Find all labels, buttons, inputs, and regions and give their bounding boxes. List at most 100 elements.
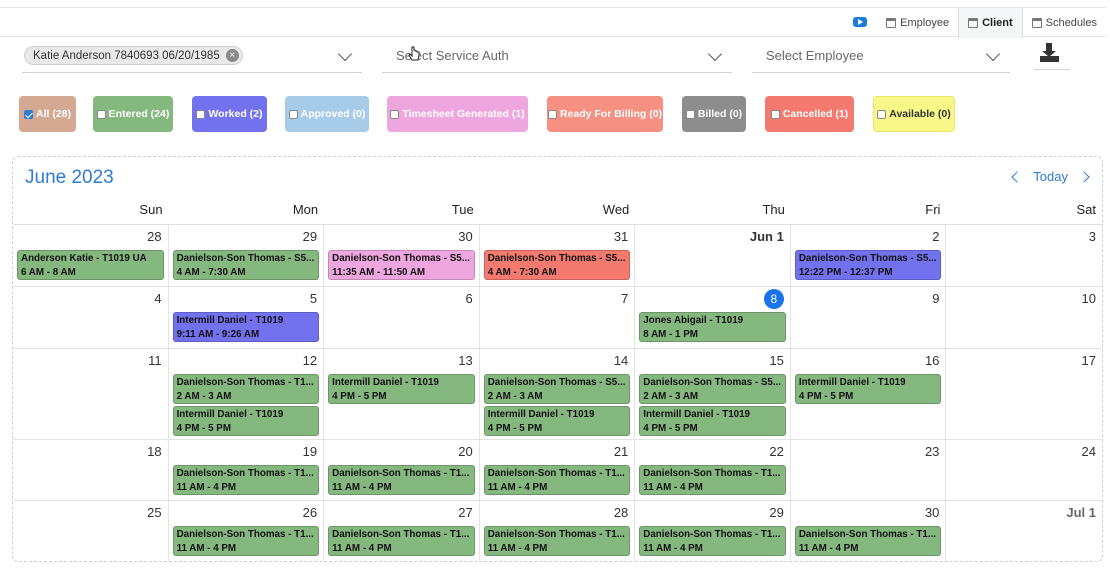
calendar-event[interactable]: Intermill Daniel - T1019 9:11 AM - 9:26 A… xyxy=(172,312,320,342)
video-play-icon[interactable] xyxy=(853,17,868,27)
day-cell[interactable]: 14 Danielson-Son Thomas - S5... 2 AM - 3 A… xyxy=(479,349,636,440)
calendar-event[interactable]: Danielson-Son Thomas - S5... 4 AM - 7:30 … xyxy=(483,250,631,280)
day-cell[interactable]: 27 Danielson-Son Thomas - T1... 11 AM - 4 … xyxy=(324,501,480,561)
status-filter-button[interactable]: All (28) xyxy=(19,96,76,132)
day-cell[interactable]: Jul 1 xyxy=(946,501,1102,561)
status-filter-button[interactable]: Entered (24) xyxy=(93,96,173,132)
status-filter-label: Timesheet Generated (1) xyxy=(402,108,525,120)
day-cell[interactable]: 10 xyxy=(946,287,1102,349)
day-cell[interactable]: Jun 1 xyxy=(635,225,791,287)
chevron-down-icon[interactable] xyxy=(707,46,723,62)
calendar-event[interactable]: Jones Abigail - T1019 8 AM - 1 PM xyxy=(639,312,786,342)
calendar-event[interactable]: Danielson-Son Thomas - S5... 2 AM - 3 AM xyxy=(639,374,786,404)
status-filter-button[interactable]: Ready For Billing (0) xyxy=(547,96,663,132)
status-filter-button[interactable]: Timesheet Generated (1) xyxy=(387,96,528,132)
day-cell[interactable]: 29 Danielson-Son Thomas - S5... 4 AM - 7:3… xyxy=(168,225,325,287)
calendar-event[interactable]: Danielson-Son Thomas - T1... 11 AM - 4 PM xyxy=(328,526,475,556)
checkbox-icon[interactable] xyxy=(547,109,557,119)
day-cell[interactable]: 13 Intermill Daniel - T1019 4 PM - 5 PM xyxy=(324,349,480,440)
day-cell[interactable]: 15 Danielson-Son Thomas - S5... 2 AM - 3 A… xyxy=(635,349,791,440)
client-select[interactable]: Katie Anderson 7840693 06/20/1985 × xyxy=(22,38,362,73)
checkbox-icon[interactable] xyxy=(770,109,780,119)
calendar-event[interactable]: Intermill Daniel - T1019 4 PM - 5 PM xyxy=(794,374,942,404)
day-cell[interactable]: 7 xyxy=(479,287,636,349)
day-cell[interactable]: 29 Danielson-Son Thomas - T1... 11 AM - 4 … xyxy=(635,501,791,561)
status-filter-button[interactable]: Approved (0) xyxy=(285,96,369,132)
event-time: 8 AM - 1 PM xyxy=(643,329,698,340)
status-filter-button[interactable]: Worked (2) xyxy=(192,96,267,132)
calendar-event[interactable]: Danielson-Son Thomas - T1... 11 AM - 4 PM xyxy=(483,465,631,495)
day-cell[interactable]: 4 xyxy=(13,287,169,349)
checkbox-icon[interactable] xyxy=(288,109,298,119)
calendar-event[interactable]: Intermill Daniel - T1019 4 PM - 5 PM xyxy=(639,406,786,436)
tab-employee[interactable]: Employee xyxy=(877,8,958,38)
checkbox-icon[interactable] xyxy=(390,109,400,119)
tab-client[interactable]: Client xyxy=(958,8,1023,38)
chevron-left-icon[interactable] xyxy=(1011,170,1023,183)
day-cell[interactable]: 11 xyxy=(13,349,169,440)
checkbox-icon[interactable] xyxy=(196,109,206,119)
event-time: 4 PM - 5 PM xyxy=(798,391,854,402)
calendar-event[interactable]: Danielson-Son Thomas - T1... 11 AM - 4 PM xyxy=(794,526,942,556)
day-cell[interactable]: 16 Intermill Daniel - T1019 4 PM - 5 PM xyxy=(790,349,947,440)
close-icon[interactable]: × xyxy=(225,49,239,62)
employee-select[interactable]: Select Employee xyxy=(752,38,1010,73)
calendar-event[interactable]: Danielson-Son Thomas - S5... 12:22 PM - 1… xyxy=(794,250,942,280)
chevron-down-icon[interactable] xyxy=(337,46,353,62)
checkbox-icon[interactable] xyxy=(23,109,33,119)
day-cell[interactable]: 19 Danielson-Son Thomas - T1... 11 AM - 4 … xyxy=(168,440,325,501)
day-cell[interactable]: 21 Danielson-Son Thomas - T1... 11 AM - 4 … xyxy=(479,440,636,501)
day-cell[interactable]: 25 xyxy=(13,501,169,561)
day-cell[interactable]: 18 xyxy=(13,440,169,501)
tab-schedules[interactable]: Schedules xyxy=(1023,8,1106,38)
checkbox-icon[interactable] xyxy=(96,109,106,119)
day-cell[interactable]: 3 xyxy=(946,225,1102,287)
status-filter-button[interactable]: Billed (0) xyxy=(682,96,746,132)
calendar-event[interactable]: Danielson-Son Thomas - T1... 11 AM - 4 PM xyxy=(639,526,786,556)
calendar-event[interactable]: Intermill Daniel - T1019 4 PM - 5 PM xyxy=(328,374,475,404)
day-cell[interactable]: 17 xyxy=(946,349,1102,440)
day-cell[interactable]: 30 Danielson-Son Thomas - T1... 11 AM - 4 … xyxy=(791,501,947,561)
day-cell[interactable]: 5 Intermill Daniel - T1019 9:11 AM - 9:26 … xyxy=(168,287,325,349)
chevron-down-icon[interactable] xyxy=(985,46,1001,62)
calendar-event[interactable]: Danielson-Son Thomas - S5... 11:35 AM - 1… xyxy=(328,250,475,280)
day-cell[interactable]: 20 Danielson-Son Thomas - T1... 11 AM - 4 … xyxy=(324,440,480,501)
day-cell[interactable]: 2 Danielson-Son Thomas - S5... 12:22 PM - … xyxy=(790,225,947,287)
day-cell[interactable]: 30 Danielson-Son Thomas - S5... 11:35 AM -… xyxy=(324,225,480,287)
day-cell[interactable]: 28 Danielson-Son Thomas - T1... 11 AM - 4 … xyxy=(480,501,636,561)
checkbox-icon[interactable] xyxy=(877,109,887,119)
status-filter-button[interactable]: Available (0) xyxy=(873,96,955,132)
day-cell[interactable]: 23 xyxy=(790,440,947,501)
calendar-event[interactable]: Danielson-Son Thomas - S5... 4 AM - 7:30 … xyxy=(172,250,320,280)
weekday-header: Sun Mon Tue Wed Thu Fri Sat xyxy=(13,201,1102,225)
calendar-event[interactable]: Danielson-Son Thomas - T1... 11 AM - 4 PM xyxy=(483,526,631,556)
calendar-event[interactable]: Danielson-Son Thomas - S5... 2 AM - 3 AM xyxy=(483,374,631,404)
today-button[interactable]: Today xyxy=(1033,169,1068,184)
chevron-right-icon[interactable] xyxy=(1078,170,1090,183)
calendar-event[interactable]: Intermill Daniel - T1019 4 PM - 5 PM xyxy=(483,406,631,436)
download-button[interactable] xyxy=(1034,38,1070,70)
day-cell[interactable]: 26 Danielson-Son Thomas - T1... 11 AM - 4 … xyxy=(169,501,325,561)
status-filter-button[interactable]: Cancelled (1) xyxy=(765,96,854,132)
day-number: 27 xyxy=(458,505,473,520)
download-tray-icon xyxy=(1040,56,1059,62)
calendar-event[interactable]: Danielson-Son Thomas - T1... 11 AM - 4 PM xyxy=(328,465,475,495)
calendar-event[interactable]: Danielson-Son Thomas - T1... 11 AM - 4 PM xyxy=(172,465,320,495)
calendar-event[interactable]: Danielson-Son Thomas - T1... 11 AM - 4 PM xyxy=(172,526,320,556)
calendar-event[interactable]: Danielson-Son Thomas - T1... 2 AM - 3 AM xyxy=(172,374,320,404)
day-cell[interactable]: 9 xyxy=(790,287,947,349)
day-cell[interactable]: 28 Anderson Katie - T1019 UA 6 AM - 8 AM xyxy=(13,225,169,287)
calendar-icon xyxy=(1031,18,1042,28)
day-cell[interactable]: 24 xyxy=(946,440,1102,501)
day-cell[interactable]: 12 Danielson-Son Thomas - T1... 2 AM - 3 A… xyxy=(168,349,325,440)
service-auth-select[interactable]: Select Service Auth xyxy=(382,38,732,73)
calendar-event[interactable]: Danielson-Son Thomas - T1... 11 AM - 4 PM xyxy=(639,465,786,495)
checkbox-icon[interactable] xyxy=(685,109,695,119)
day-cell[interactable]: 8 Jones Abigail - T1019 8 AM - 1 PM xyxy=(635,287,791,349)
day-cell[interactable]: 6 xyxy=(324,287,480,349)
calendar-event[interactable]: Intermill Daniel - T1019 4 PM - 5 PM xyxy=(172,406,320,436)
day-cell[interactable]: 31 Danielson-Son Thomas - S5... 4 AM - 7:3… xyxy=(479,225,636,287)
day-cell[interactable]: 22 Danielson-Son Thomas - T1... 11 AM - 4 … xyxy=(635,440,791,501)
calendar-event[interactable]: Anderson Katie - T1019 UA 6 AM - 8 AM xyxy=(17,250,164,280)
event-title: Danielson-Son Thomas - T1... xyxy=(487,529,625,540)
